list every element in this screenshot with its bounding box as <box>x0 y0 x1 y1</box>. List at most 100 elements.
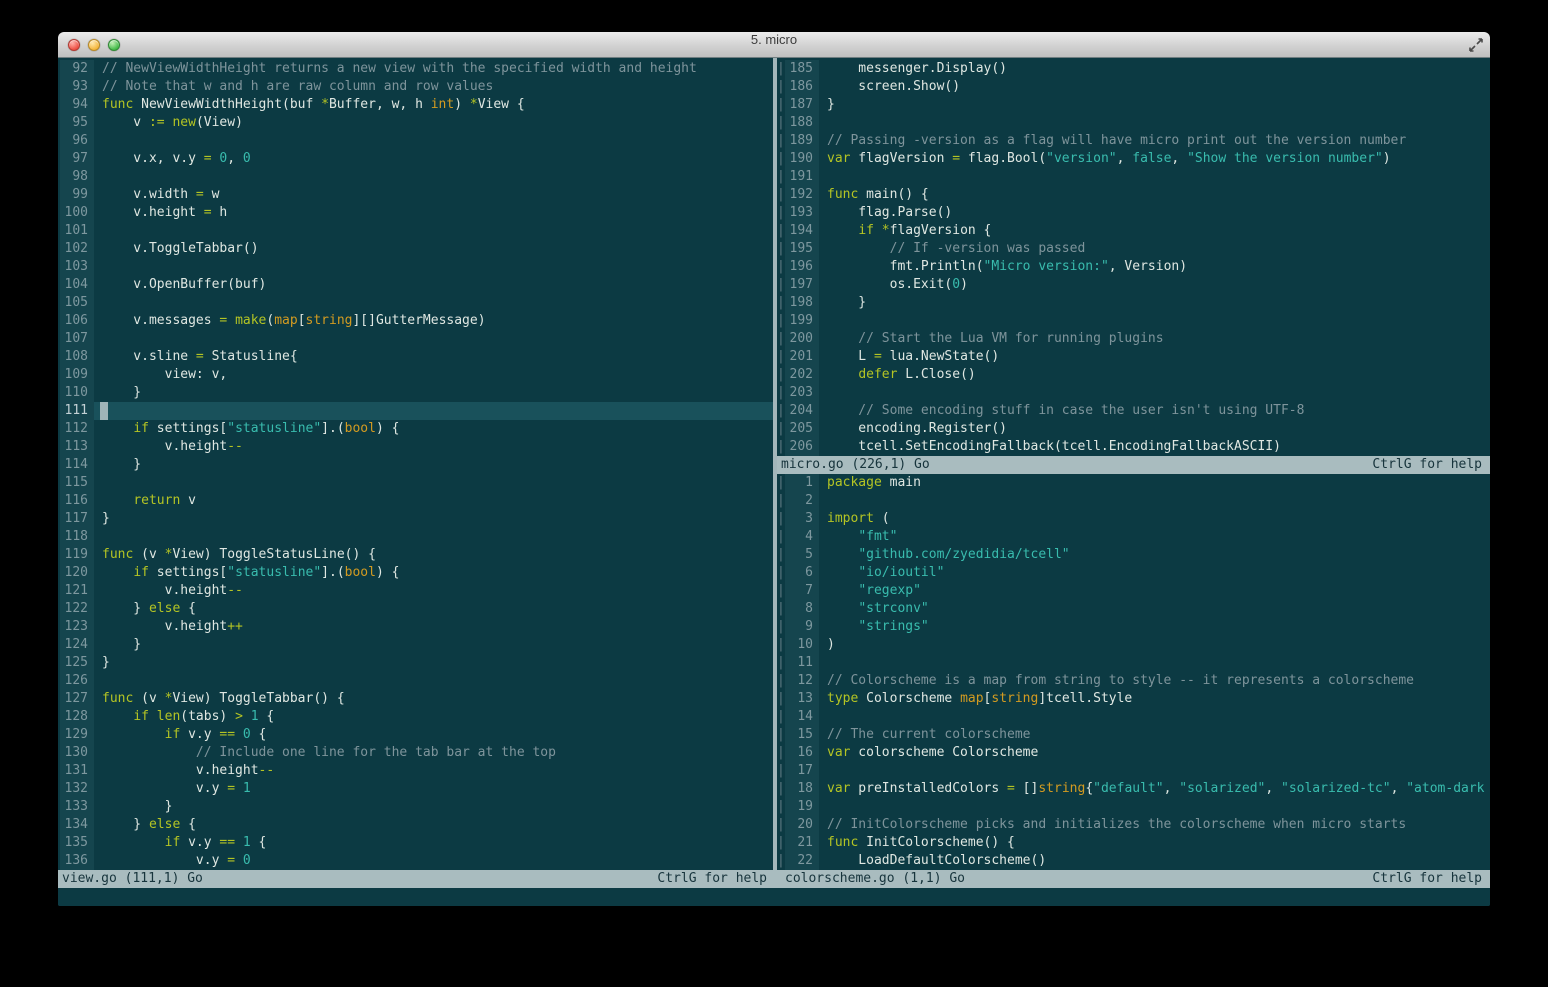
resize-icon[interactable] <box>1468 37 1484 53</box>
line-number: 189 <box>785 132 819 150</box>
split-divider-glyph: | <box>777 330 785 348</box>
code-line: | 187} <box>777 96 1490 114</box>
line-number: 17 <box>785 762 819 780</box>
split-divider-glyph: | <box>777 492 785 510</box>
code-line: | 206 tcell.SetEncodingFallback(tcell.Enc… <box>777 438 1490 456</box>
code-line: 116 return v <box>60 492 773 510</box>
line-number: 187 <box>785 96 819 114</box>
code-text: LoadDefaultColorscheme() <box>827 853 1047 868</box>
line-number: 20 <box>785 816 819 834</box>
line-number: 200 <box>785 330 819 348</box>
pane-micro-go[interactable]: | 185 messenger.Display() | 186 screen.Show… <box>777 60 1490 456</box>
code-line: 101 <box>60 222 773 240</box>
statusbar-help-hint: CtrlG for help <box>1372 871 1482 886</box>
code-line: 125} <box>60 654 773 672</box>
code-line: 123 v.height++ <box>60 618 773 636</box>
split-divider-glyph: | <box>777 60 785 78</box>
code-line: 131 v.height-- <box>60 762 773 780</box>
line-number: 190 <box>785 150 819 168</box>
code-line: | 188 <box>777 114 1490 132</box>
line-number: 194 <box>785 222 819 240</box>
code-line: 97 v.x, v.y = 0, 0 <box>60 150 773 168</box>
code-line: | 191 <box>777 168 1490 186</box>
line-number: 97 <box>60 150 94 168</box>
line-number: 199 <box>785 312 819 330</box>
code-line: | 198 } <box>777 294 1490 312</box>
code-text: } <box>827 97 835 112</box>
code-line: 132 v.y = 1 <box>60 780 773 798</box>
line-number: 1 <box>785 474 819 492</box>
line-number: 93 <box>60 78 94 96</box>
code-text: v.ToggleTabbar() <box>102 241 259 256</box>
line-number: 188 <box>785 114 819 132</box>
line-number: 101 <box>60 222 94 240</box>
line-number: 136 <box>60 852 94 870</box>
line-number: 120 <box>60 564 94 582</box>
line-number: 191 <box>785 168 819 186</box>
line-number: 112 <box>60 420 94 438</box>
code-line: 136 v.y = 0 <box>60 852 773 870</box>
split-divider-glyph: | <box>777 384 785 402</box>
code-line: 98 <box>60 168 773 186</box>
title-bar[interactable]: 5. micro <box>58 32 1490 58</box>
statusbar-micro-go: micro.go (226,1) Go CtrlG for help <box>777 456 1490 474</box>
code-text: defer L.Close() <box>858 367 976 382</box>
code-text: fmt.Println("Micro version:", Version) <box>827 259 1188 274</box>
line-number: 131 <box>60 762 94 780</box>
split-divider-glyph: | <box>777 852 785 870</box>
code-line: 94 func NewViewWidthHeight(buf *Buffer, w… <box>60 96 773 114</box>
code-line: | 200 // Start the Lua VM for running plu… <box>777 330 1490 348</box>
code-line: | 185 messenger.Display() <box>777 60 1490 78</box>
split-divider-glyph: | <box>777 600 785 618</box>
line-number: 134 <box>60 816 94 834</box>
line-number: 201 <box>785 348 819 366</box>
code-line: | 199 <box>777 312 1490 330</box>
split-divider-glyph: | <box>777 546 785 564</box>
line-number: 14 <box>785 708 819 726</box>
line-number: 197 <box>785 276 819 294</box>
line-number: 121 <box>60 582 94 600</box>
code-line: | 194 if *flagVersion { <box>777 222 1490 240</box>
code-text: } <box>102 385 142 400</box>
split-divider-glyph: | <box>777 474 785 492</box>
command-line[interactable] <box>58 888 1490 906</box>
line-number: 98 <box>60 168 94 186</box>
line-number: 11 <box>785 654 819 672</box>
line-number: 202 <box>785 366 819 384</box>
line-number: 109 <box>60 366 94 384</box>
code-text: func InitColorscheme() { <box>827 835 1015 850</box>
split-divider-glyph: | <box>777 78 785 96</box>
code-line: | 6 "io/ioutil" <box>777 564 1490 582</box>
line-number: 5 <box>785 546 819 564</box>
code-line: 121 v.height-- <box>60 582 773 600</box>
split-divider-glyph: | <box>777 438 785 456</box>
line-number: 204 <box>785 402 819 420</box>
split-divider-glyph: | <box>777 276 785 294</box>
code-line: | 7 "regexp" <box>777 582 1490 600</box>
terminal-window: 5. micro 92// NewViewWidthHeight returns… <box>58 32 1490 906</box>
statusbar-help-hint: CtrlG for help <box>1372 457 1482 472</box>
code-line: | 193 flag.Parse() <box>777 204 1490 222</box>
code-text: v.width = w <box>102 187 220 202</box>
pane-view-go[interactable]: 92 // NewViewWidthHeight returns a new vi… <box>60 60 773 870</box>
code-text: var preInstalledColors = []string{"defau… <box>827 781 1485 796</box>
code-text: type Colorscheme map[string]tcell.Style <box>827 691 1133 706</box>
code-line: 92 // NewViewWidthHeight returns a new vi… <box>60 60 773 78</box>
code-text: var colorscheme Colorscheme <box>827 745 1039 760</box>
pane-colorscheme-go[interactable]: | 1 package main | 2 | 3 import (| 4 "fmt" | 5 "gi… <box>777 474 1490 870</box>
code-line: | 20 // InitColorscheme picks and initiali… <box>777 816 1490 834</box>
code-line: | 22 LoadDefaultColorscheme() <box>777 852 1490 870</box>
code-text: v.y = 1 <box>102 781 251 796</box>
code-line: 113 v.height-- <box>60 438 773 456</box>
statusbar-colorscheme-go: colorscheme.go (1,1) Go CtrlG for help <box>775 870 1490 888</box>
code-line: 126 <box>60 672 773 690</box>
code-line: 105 <box>60 294 773 312</box>
split-divider-glyph: | <box>777 564 785 582</box>
line-number: 113 <box>60 438 94 456</box>
